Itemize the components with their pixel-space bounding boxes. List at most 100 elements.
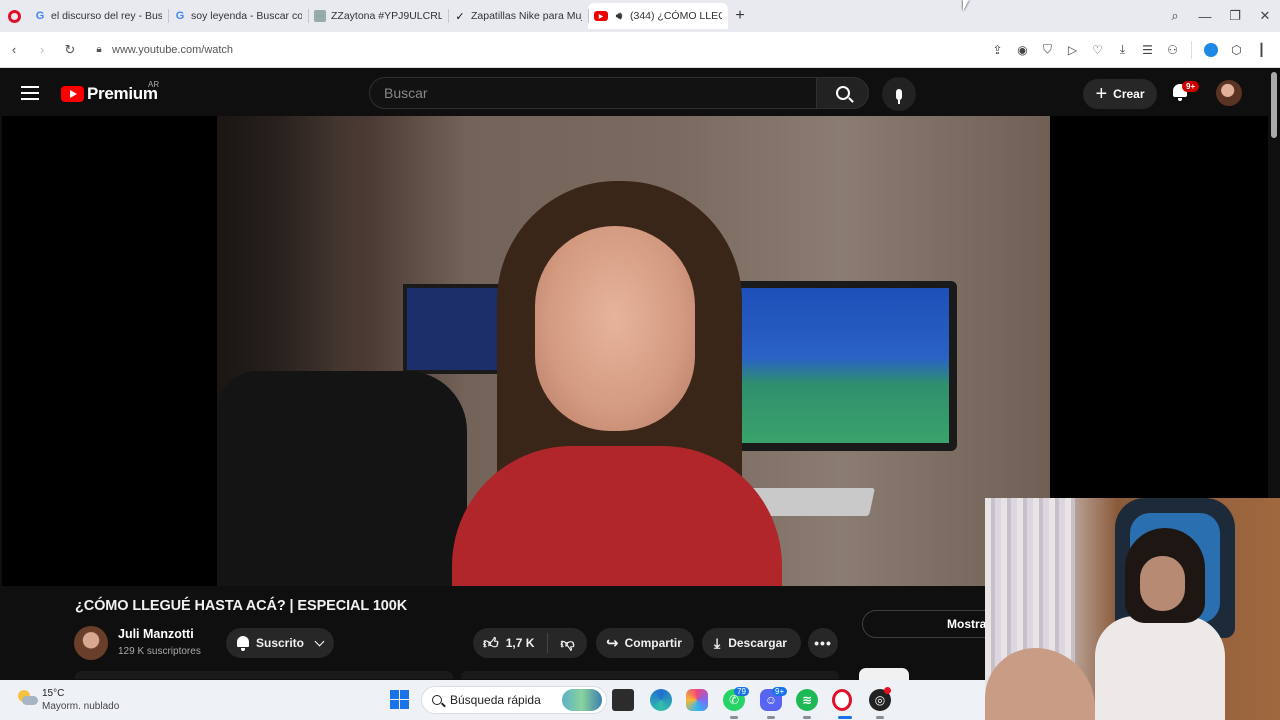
url-field[interactable]: www.youtube.com/watch [112, 44, 233, 56]
search-icon [835, 86, 850, 100]
downloads-icon[interactable]: ⤓ [1110, 42, 1135, 57]
youtube-icon: ▶ [594, 11, 608, 21]
video-frame[interactable] [217, 116, 1050, 586]
account-avatar[interactable] [1216, 80, 1242, 106]
scrollbar-thumb[interactable] [1271, 72, 1277, 138]
taskbar-search-label: Búsqueda rápida [450, 693, 541, 707]
back-icon[interactable]: ‹ [0, 42, 28, 57]
close-icon[interactable]: ✕ [1250, 8, 1280, 24]
microphone-icon [896, 88, 902, 104]
camera-icon[interactable]: ◉ [1010, 43, 1035, 57]
more-actions-button[interactable]: ••• [808, 628, 838, 658]
vpn-icon[interactable] [1204, 42, 1218, 57]
browser-tab-active[interactable]: ▶ 🔊︎ (344) ¿CÓMO LLEGUÉ [588, 3, 728, 29]
dislike-button[interactable]: 👎︎ [548, 635, 587, 652]
reload-icon[interactable]: ↻ [56, 42, 84, 58]
notification-count-badge: 9+ [1182, 81, 1200, 92]
share-button[interactable]: ↪ Compartir [596, 628, 694, 658]
share-page-icon[interactable]: ⇪ [985, 43, 1010, 57]
windows-start-icon[interactable] [390, 690, 409, 709]
download-icon: ⤓ [714, 634, 721, 651]
tab-label: soy leyenda - Buscar con G [191, 10, 302, 22]
windows-taskbar: Búsqueda rápida ✆ ☺ ≋ ◎ [0, 680, 985, 720]
nike-icon: ✓ [455, 10, 465, 23]
lock-icon[interactable]: 🔒︎ [90, 44, 108, 55]
presenter-face [535, 226, 695, 431]
tab-label: ZZaytona #YPJ9ULCRL Cla [331, 10, 442, 22]
divider [1191, 40, 1192, 59]
browser-tab[interactable]: ✓ Zapatillas Nike para Mujer [448, 3, 588, 29]
address-bar: ‹ › ↻ 🔒︎ www.youtube.com/watch ⇪ ◉ ⛉ ▷ ♡… [0, 32, 1280, 68]
streamer-shirt [1095, 616, 1225, 720]
forward-icon[interactable]: › [28, 42, 56, 57]
player-icon[interactable]: ▷ [1060, 43, 1085, 57]
taskbar-search-box[interactable]: Búsqueda rápida [421, 686, 607, 714]
running-indicator [803, 716, 811, 719]
google-icon: G [35, 10, 45, 22]
share-label: Compartir [624, 636, 682, 650]
opera-logo-icon[interactable] [0, 0, 28, 32]
youtube-header: Premium AR Buscar + Crear [0, 70, 1268, 116]
search-input[interactable]: Buscar [369, 77, 817, 109]
edge-icon[interactable] [650, 689, 672, 711]
thumbs-down-icon: 👎︎ [560, 634, 575, 651]
chair [217, 371, 467, 586]
download-button[interactable]: ⤓ Descargar [702, 628, 801, 658]
subscriber-count: 129 K suscriptores [118, 646, 201, 657]
file-explorer-icon[interactable] [612, 689, 634, 711]
hamburger-menu-icon[interactable] [21, 86, 39, 100]
search-button[interactable] [816, 77, 869, 109]
menu-icon[interactable]: ☰ [1135, 43, 1160, 57]
video-title: ¿CÓMO LLEGUÉ HASTA ACÁ? | ESPECIAL 100K [75, 598, 408, 614]
youtube-logo[interactable]: Premium AR [61, 80, 159, 104]
weather-temperature[interactable]: 15°C [42, 688, 64, 699]
description-box[interactable] [461, 671, 839, 679]
window-controls: ⌕ — ❐ ✕ [1160, 8, 1280, 24]
browser-tab-bar: G el discurso del rey - Busca G soy leye… [0, 0, 1280, 32]
speaker-icon[interactable]: 🔊︎ [613, 10, 625, 22]
new-tab-button[interactable]: + [728, 4, 752, 28]
sidebar-icon[interactable]: ┃ [1249, 43, 1274, 57]
like-dislike-group: 👍︎ 1,7 K 👎︎ [473, 628, 587, 658]
profile-icon[interactable]: ⚇ [1160, 43, 1185, 57]
minimize-icon[interactable]: — [1190, 9, 1220, 24]
restore-icon[interactable]: ❐ [1220, 8, 1250, 24]
like-button[interactable]: 👍︎ 1,7 K [473, 633, 548, 653]
weather-cloud-sun-icon[interactable] [16, 688, 38, 708]
running-indicator [730, 716, 738, 719]
thumbs-up-icon: 👍︎ [483, 634, 499, 652]
chevron-down-icon [314, 636, 325, 646]
region-code: AR [148, 80, 160, 89]
tab-label: Zapatillas Nike para Mujer [471, 10, 582, 22]
obs-recording-dot [884, 687, 891, 694]
google-icon: G [175, 10, 185, 22]
search-tabs-icon[interactable]: ⌕ [1160, 8, 1190, 24]
browser-tab[interactable]: G el discurso del rey - Busca [28, 3, 168, 29]
share-arrow-icon: ↪ [606, 635, 619, 652]
weather-description[interactable]: Mayorm. nublado [42, 701, 119, 712]
copilot-icon[interactable] [686, 689, 708, 711]
filter-chip[interactable] [859, 668, 909, 680]
subscribed-button[interactable]: Suscrito [226, 628, 334, 658]
like-count: 1,7 K [505, 636, 535, 650]
search-highlight-art [562, 689, 602, 711]
tab-label: (344) ¿CÓMO LLEGUÉ [630, 10, 722, 22]
more-dots-icon: ••• [814, 635, 832, 651]
show-more-button[interactable]: Mostrar [862, 610, 1002, 638]
tab-label: el discurso del rey - Busca [51, 10, 162, 22]
heart-icon[interactable]: ♡ [1085, 43, 1110, 57]
running-indicator [876, 716, 884, 719]
spotify-icon[interactable]: ≋ [796, 689, 818, 711]
address-tools: ⇪ ◉ ⛉ ▷ ♡ ⤓ ☰ ⚇ ⬡ ┃ [985, 40, 1280, 59]
shield-icon[interactable]: ⛉ [1035, 42, 1060, 57]
channel-avatar[interactable] [74, 626, 108, 660]
channel-name[interactable]: Juli Manzotti [118, 627, 194, 641]
browser-tab[interactable]: ZZaytona #YPJ9ULCRL Cla [308, 3, 448, 29]
description-box[interactable] [75, 671, 453, 679]
opera-icon[interactable] [832, 689, 852, 711]
browser-tab[interactable]: G soy leyenda - Buscar con G [168, 3, 308, 29]
create-button[interactable]: + Crear [1083, 79, 1157, 109]
running-indicator [767, 716, 775, 719]
extensions-icon[interactable]: ⬡ [1224, 43, 1249, 57]
voice-search-button[interactable] [882, 77, 916, 111]
